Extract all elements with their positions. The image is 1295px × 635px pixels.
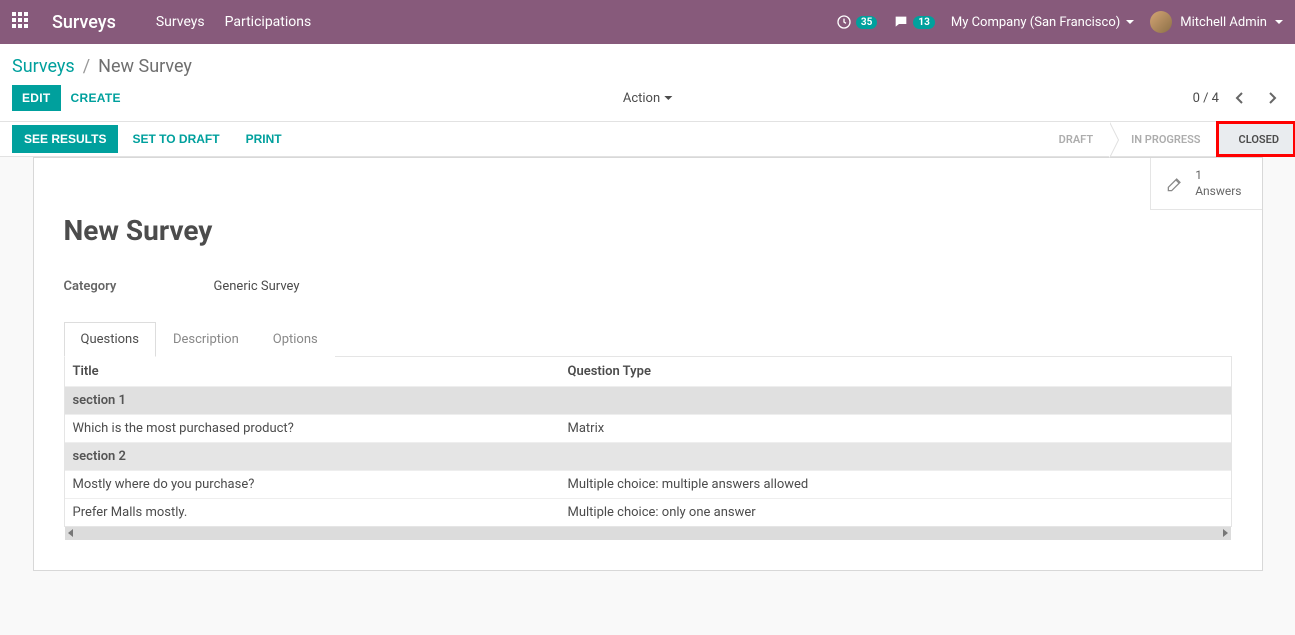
app-brand: Surveys [52,12,116,33]
control-bar: EDIT CREATE Action 0 / 4 [0,85,1295,121]
status-bar: SEE RESULTS SET TO DRAFT PRINT DRAFT IN … [0,121,1295,157]
pager-prev[interactable] [1229,87,1251,109]
user-menu[interactable]: Mitchell Admin [1150,11,1283,33]
row-title: Mostly where do you purchase? [73,477,568,492]
nav-surveys[interactable]: Surveys [156,14,205,30]
table-row[interactable]: section 1 [65,386,1231,414]
row-type: Multiple choice: only one answer [568,505,1223,520]
tab-options[interactable]: Options [256,322,335,357]
answers-count: 1 [1195,168,1241,184]
chevron-right-icon [1267,92,1277,104]
category-field: Category Generic Survey [64,279,1232,294]
chat-icon [893,14,909,30]
category-value: Generic Survey [214,279,300,294]
stage-in-progress[interactable]: IN PROGRESS [1109,122,1216,156]
row-title: Which is the most purchased product? [73,421,568,436]
row-title: Prefer Malls mostly. [73,505,568,520]
activity-badge: 35 [856,16,877,29]
stage-draft[interactable]: DRAFT [1037,122,1109,156]
status-stages: DRAFT IN PROGRESS CLOSED [1037,122,1295,156]
answers-label: Answers [1195,184,1241,198]
create-button[interactable]: CREATE [61,85,131,111]
table-row[interactable]: section 2 [65,442,1231,470]
tab-questions[interactable]: Questions [64,322,156,357]
row-title: section 1 [73,393,568,408]
breadcrumb-parent[interactable]: Surveys [12,56,75,77]
action-label: Action [623,91,660,106]
pager: 0 / 4 [1193,87,1283,109]
edit-button[interactable]: EDIT [12,85,61,111]
conversations-indicator[interactable]: 13 [893,14,934,30]
row-type: Matrix [568,421,1223,436]
breadcrumb: Surveys / New Survey [12,56,192,77]
activity-indicator[interactable]: 35 [836,14,877,30]
action-dropdown[interactable]: Action [623,91,672,106]
breadcrumb-separator: / [83,56,90,77]
conversations-badge: 13 [913,16,934,29]
category-label: Category [64,279,214,294]
answers-stat-text: 1 Answers [1195,168,1241,199]
breadcrumb-row: Surveys / New Survey [0,44,1295,85]
avatar [1150,11,1172,33]
company-name: My Company (San Francisco) [951,15,1120,30]
user-name: Mitchell Admin [1180,15,1267,30]
pager-text: 0 / 4 [1193,91,1219,106]
nav-links: Surveys Participations [156,14,311,30]
chevron-down-icon [664,96,672,100]
horizontal-scrollbar[interactable] [65,527,1231,540]
questions-table: Title Question Type section 1 Which is t… [64,356,1232,527]
stage-closed[interactable]: CLOSED [1217,122,1295,156]
tab-description[interactable]: Description [156,322,256,357]
row-type [568,393,1223,408]
chevron-down-icon [1126,20,1134,24]
nav-participations[interactable]: Participations [225,14,312,30]
row-type: Multiple choice: multiple answers allowe… [568,477,1223,492]
row-title: section 2 [73,449,568,464]
header-type: Question Type [568,364,1223,379]
questions-header: Title Question Type [65,357,1231,386]
set-to-draft-button[interactable]: SET TO DRAFT [120,125,231,153]
row-type [568,449,1223,464]
top-navbar: Surveys Surveys Participations 35 13 My … [0,0,1295,44]
form-sheet: 1 Answers New Survey Category Generic Su… [33,157,1263,571]
header-title: Title [73,364,568,379]
see-results-button[interactable]: SEE RESULTS [12,125,118,153]
table-row[interactable]: Mostly where do you purchase? Multiple c… [65,470,1231,498]
print-button[interactable]: PRINT [234,125,294,153]
pager-next[interactable] [1261,87,1283,109]
chevron-down-icon [1275,20,1283,24]
edit-icon [1165,174,1185,194]
clock-icon [836,14,852,30]
chevron-left-icon [1235,92,1245,104]
company-selector[interactable]: My Company (San Francisco) [951,15,1134,30]
tabs: Questions Description Options [64,322,1232,357]
apps-icon[interactable] [12,12,32,32]
table-row[interactable]: Which is the most purchased product? Mat… [65,414,1231,442]
breadcrumb-current: New Survey [98,56,192,77]
survey-title: New Survey [64,214,1232,247]
table-row[interactable]: Prefer Malls mostly. Multiple choice: on… [65,498,1231,526]
answers-stat-button[interactable]: 1 Answers [1150,158,1261,210]
